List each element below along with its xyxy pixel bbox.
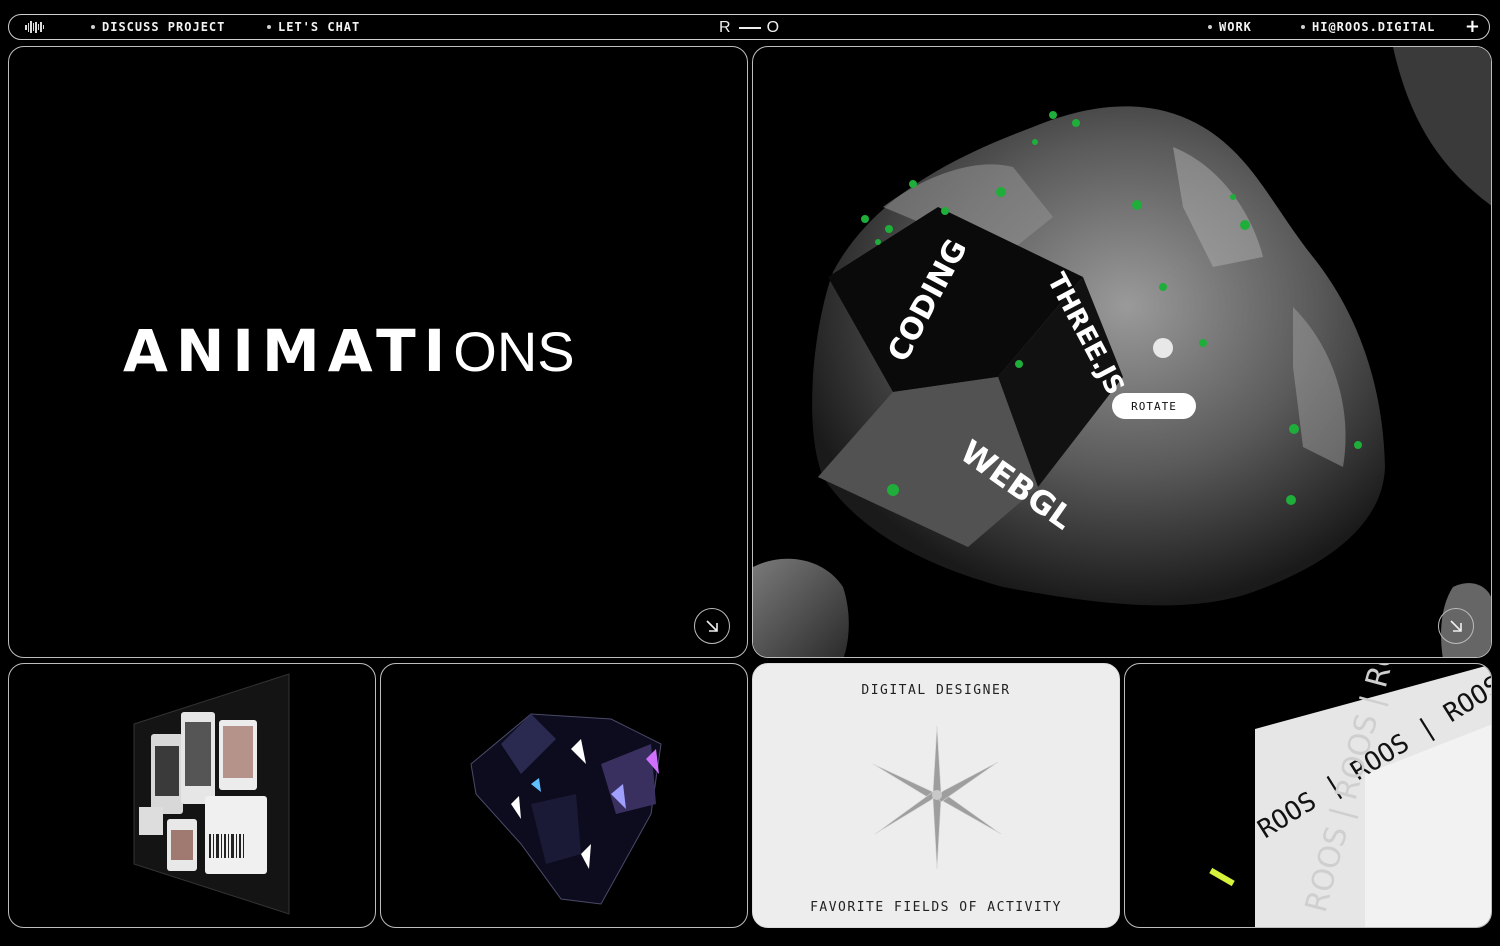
arrow-down-right-icon [706,620,718,632]
arrow-down-right-icon [1450,620,1462,632]
crystal-card[interactable] [380,663,748,928]
sound-wave-icon[interactable] [25,21,44,33]
logo-letter-r: R [719,19,733,36]
open-arrow-button[interactable] [1438,608,1474,644]
rock-scene-illustration: CODING THREE.JS WEBGL [753,47,1491,657]
bullet-dot-icon [91,25,95,29]
bullet-dot-icon [267,25,271,29]
brand-tape-card[interactable]: ROOS | ROOS | ROOS | ROOS | ROOS | ROOS … [1124,663,1492,928]
logo-dash [738,27,761,29]
animations-title-main: ANIMATI [123,317,454,385]
animations-card[interactable]: ANIMATIONS [8,46,748,658]
nav-discuss-project-link[interactable]: DISCUSS PROJECT [91,20,225,34]
digital-designer-card[interactable]: DIGITAL DESIGNER FAVORITE FIELDS OF ACTI… [752,663,1120,928]
nav-chat-label: LET'S CHAT [278,20,361,34]
favorite-fields-label: FAVORITE FIELDS OF ACTIVITY [810,900,1062,915]
nav-email-link[interactable]: HI@ROOS.DIGITAL [1301,20,1435,34]
site-logo[interactable]: R O [719,19,781,37]
nav-work-label: WORK [1219,20,1252,34]
bullet-dot-icon [1208,25,1212,29]
app-mockup-card[interactable] [8,663,376,928]
plus-icon[interactable]: + [1465,16,1480,37]
open-arrow-button[interactable] [694,608,730,644]
bullet-dot-icon [1301,25,1305,29]
nav-work-link[interactable]: WORK [1208,20,1252,34]
app-screens-illustration [133,673,290,915]
logo-letter-o: O [766,19,782,36]
animations-title-tail: ONS [453,320,575,383]
star-illustration [872,725,1002,870]
brand-box-illustration: ROOS | ROOS | ROOS | ROOS | ROOS | ROOS … [1209,664,1491,927]
top-nav-bar: DISCUSS PROJECT LET'S CHAT R O WORK HI@R… [8,14,1490,40]
webgl-cube-card[interactable]: CODING THREE.JS WEBGL ROTATE [752,46,1492,658]
nav-lets-chat-link[interactable]: LET'S CHAT [267,20,360,34]
nav-discuss-label: DISCUSS PROJECT [102,20,226,34]
crystal-illustration [470,713,662,905]
nav-email-label: HI@ROOS.DIGITAL [1312,20,1436,34]
animations-title: ANIMATIONS [123,317,575,385]
rotate-button[interactable]: ROTATE [1112,393,1196,419]
